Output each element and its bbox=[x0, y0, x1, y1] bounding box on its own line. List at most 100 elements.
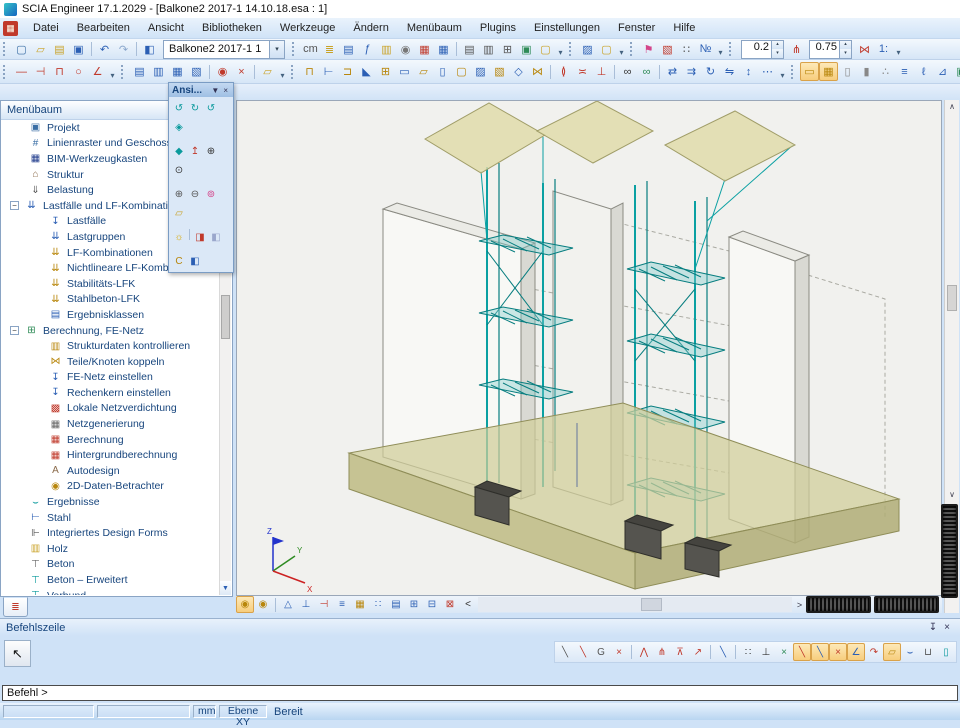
hinge-icon[interactable]: ≍ bbox=[573, 62, 592, 81]
snap-polygon-icon[interactable]: ▱ bbox=[883, 643, 901, 661]
menu-bibliotheken[interactable]: Bibliotheken bbox=[193, 20, 271, 36]
cross-beam-icon[interactable]: ⊞ bbox=[376, 62, 395, 81]
tree-item[interactable]: ⇊Stahlbeton-LFK bbox=[2, 292, 220, 308]
selection-arrow-button[interactable]: ↖ bbox=[4, 640, 31, 667]
rotate-wheel-horizontal-2[interactable] bbox=[874, 596, 939, 613]
support-display-icon[interactable]: ⊥ bbox=[297, 596, 315, 613]
toolbar-overflow-chevron-icon[interactable]: ▾ bbox=[107, 64, 118, 80]
toolbar-overflow-chevron-icon[interactable]: ▾ bbox=[616, 41, 627, 57]
menu-ansicht[interactable]: Ansicht bbox=[139, 20, 193, 36]
view-cube-icon[interactable]: ◈ bbox=[171, 119, 187, 135]
toolbar-grip[interactable] bbox=[791, 65, 797, 79]
menu-hilfe[interactable]: Hilfe bbox=[664, 20, 704, 36]
wireframe-display-icon[interactable]: ▯ bbox=[838, 62, 857, 81]
tree-expander[interactable]: − bbox=[10, 201, 19, 210]
menu-aendern[interactable]: Ändern bbox=[344, 20, 397, 36]
vertical-scroll-thumb[interactable] bbox=[947, 285, 957, 311]
shell-icon[interactable]: ▢ bbox=[452, 62, 471, 81]
light-icon[interactable]: ☼ bbox=[171, 229, 187, 245]
display-ratio-spinner[interactable]: 0.75▴▾ bbox=[809, 40, 852, 59]
nodes-display-icon[interactable]: ∴ bbox=[876, 62, 895, 81]
named-view-2-icon[interactable]: ⊟ bbox=[423, 596, 441, 613]
snap-node-icon[interactable]: ╲ bbox=[811, 643, 829, 661]
toolbar-grip[interactable] bbox=[291, 65, 297, 79]
model-data-icon[interactable]: ▣ bbox=[952, 62, 960, 81]
tree-item[interactable]: ▩Lokale Netzverdichtung bbox=[2, 401, 220, 417]
snap-midpoint-icon[interactable]: ╲ bbox=[793, 643, 811, 661]
expressions-icon[interactable]: ƒ bbox=[358, 40, 377, 59]
palette-close-icon[interactable]: × bbox=[221, 86, 230, 95]
clipping-box-icon[interactable]: C bbox=[171, 253, 187, 269]
save-database-icon[interactable]: ▤ bbox=[50, 40, 69, 59]
sidebar-scroll-down-icon[interactable]: ▼ bbox=[220, 581, 231, 595]
toolbar-grip[interactable] bbox=[121, 65, 127, 79]
tree-item[interactable]: AAutodesign bbox=[2, 463, 220, 479]
rendering-display-icon[interactable]: ▦ bbox=[819, 62, 838, 81]
close-icon[interactable]: × bbox=[940, 622, 954, 633]
menu-plugins[interactable]: Plugins bbox=[471, 20, 525, 36]
open-project-icon[interactable]: ▱ bbox=[31, 40, 50, 59]
rotate-wheel-horizontal-1[interactable] bbox=[806, 596, 871, 613]
toolbar-grip[interactable] bbox=[3, 42, 9, 56]
scroll-up-icon[interactable]: ∧ bbox=[945, 100, 959, 113]
toolbar-grip[interactable] bbox=[569, 42, 575, 56]
tree-expander[interactable]: − bbox=[10, 326, 19, 335]
combo-dropdown-icon[interactable]: ▾ bbox=[269, 41, 284, 58]
menu-datei[interactable]: Datei bbox=[24, 20, 68, 36]
open-folder-icon[interactable]: ▱ bbox=[258, 62, 277, 81]
paste-add-icon[interactable]: ▥ bbox=[149, 62, 168, 81]
storey-display-icon[interactable]: ≡ bbox=[333, 596, 351, 613]
view-palette-titlebar[interactable]: Ansi... ▼ × bbox=[169, 83, 233, 97]
project-selector[interactable]: Balkone2 2017-1 1▾ bbox=[163, 40, 285, 59]
document-window-icon[interactable]: ▦ bbox=[3, 21, 18, 36]
undo-icon[interactable]: ↶ bbox=[95, 40, 114, 59]
rotate-view-3-icon[interactable]: ↺ bbox=[203, 100, 219, 116]
status-units[interactable]: mm bbox=[193, 705, 216, 718]
tree-item[interactable]: ⊢Stahl bbox=[2, 510, 220, 526]
tree-item[interactable]: ▤Ergebnisklassen bbox=[2, 307, 220, 323]
mesh-refinement-icon[interactable]: ⋔ bbox=[787, 40, 806, 59]
results-book-icon[interactable]: ▤ bbox=[387, 596, 405, 613]
view-point-icon[interactable]: ◆ bbox=[171, 143, 187, 159]
dimension-line-icon[interactable]: ⊣ bbox=[31, 62, 50, 81]
line-grid-snap-icon[interactable]: ⊥ bbox=[757, 643, 775, 661]
binoculars-icon[interactable]: ∞ bbox=[618, 62, 637, 81]
visibility-icon[interactable]: ◉ bbox=[213, 62, 232, 81]
scroll-down-icon[interactable]: ∨ bbox=[945, 488, 959, 501]
window-layout-icon[interactable]: ◧ bbox=[140, 40, 159, 59]
toolbar-overflow-chevron-icon[interactable]: ▾ bbox=[715, 41, 726, 57]
toolbar-grip[interactable] bbox=[292, 42, 298, 56]
beam-icon[interactable]: ⊢ bbox=[319, 62, 338, 81]
named-view-3-icon[interactable]: ⊠ bbox=[441, 596, 459, 613]
system-lines-icon[interactable]: ≡ bbox=[895, 62, 914, 81]
document-export-icon[interactable]: ▣ bbox=[517, 40, 536, 59]
tree-item[interactable]: ⇊Stabilitäts-LFK bbox=[2, 276, 220, 292]
tree-item[interactable]: ▦Netzgenerierung bbox=[2, 416, 220, 432]
opening-icon[interactable]: ▭ bbox=[395, 62, 414, 81]
print-preview-icon[interactable]: ▥ bbox=[479, 40, 498, 59]
link-members-icon[interactable]: ≬ bbox=[554, 62, 573, 81]
tree-item[interactable]: ⌣Ergebnisse bbox=[2, 494, 220, 510]
cursor-mode-3-icon[interactable]: ⊼ bbox=[671, 643, 689, 661]
visibility-settings-icon[interactable]: ◨ bbox=[192, 229, 208, 245]
project-data-icon[interactable]: ▤ bbox=[339, 40, 358, 59]
haunch-icon[interactable]: ◣ bbox=[357, 62, 376, 81]
view-folder-icon[interactable]: ▱ bbox=[171, 205, 187, 221]
zoom-out-icon[interactable]: ⊖ bbox=[187, 186, 203, 202]
model-3d-viewport[interactable]: Z Y X bbox=[236, 100, 942, 596]
spinner-value[interactable]: 0.75 bbox=[810, 41, 839, 58]
paste-properties-icon[interactable]: ▤ bbox=[130, 62, 149, 81]
document-note-icon[interactable]: ▢ bbox=[536, 40, 555, 59]
perspective-icon[interactable]: ◉ bbox=[236, 596, 254, 613]
volume-render-icon[interactable]: ◉ bbox=[254, 596, 272, 613]
command-input[interactable]: Befehl > bbox=[2, 685, 958, 701]
snap-off-icon[interactable]: × bbox=[610, 643, 628, 661]
units-icon[interactable]: cm bbox=[301, 40, 320, 59]
labels-display-icon[interactable]: ℓ bbox=[914, 62, 933, 81]
snap-endpoint-icon[interactable]: ╲ bbox=[574, 643, 592, 661]
array-copy-icon[interactable]: ⋯ bbox=[758, 62, 777, 81]
connection-icon[interactable]: ⋈ bbox=[528, 62, 547, 81]
paste-special-icon[interactable]: ▦ bbox=[168, 62, 187, 81]
toolbar-overflow-chevron-icon[interactable]: ▾ bbox=[277, 64, 288, 80]
rotate-view-2-icon[interactable]: ↻ bbox=[187, 100, 203, 116]
